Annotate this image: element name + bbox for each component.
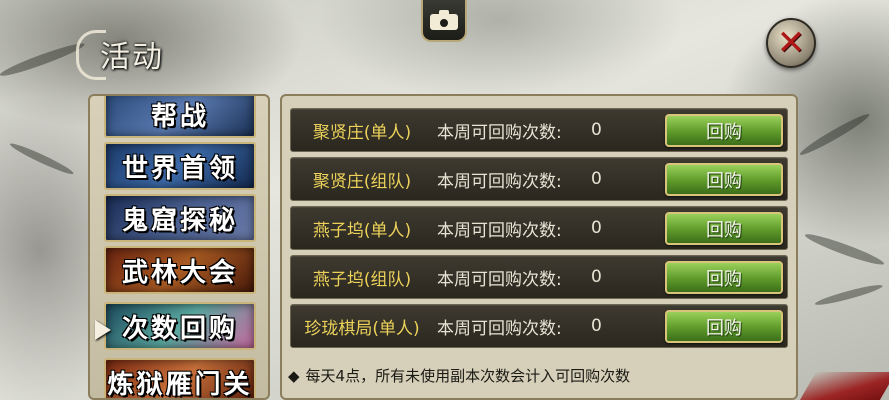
count-value: 0 [591,316,602,336]
window-title: 活动 [100,40,164,75]
repurchase-button[interactable]: 回购 [665,310,783,343]
list-item: 燕子坞(单人) 本周可回购次数: 0 回购 [290,206,788,250]
sidebar-item-world-boss[interactable]: 世界首领 [104,142,256,190]
diamond-bullet-icon: ◆ [288,367,300,385]
activity-sidebar: 帮战 世界首领 鬼窟探秘 武林大会 次数回购 炼狱雁门关 [88,94,270,400]
triangle-right-icon [95,320,111,340]
repurchase-button[interactable]: 回购 [665,114,783,147]
count-value: 0 [591,120,602,140]
count-value: 0 [591,267,602,287]
list-item: 聚贤庄(单人) 本周可回购次数: 0 回购 [290,108,788,152]
note-text: 每天4点，所有未使用副本次数会计入可回购次数 [305,367,631,385]
close-icon: ✕ [776,23,806,63]
count-label: 本周可回购次数: [437,269,562,290]
sidebar-item-purgatory-yanmen[interactable]: 炼狱雁门关 [104,358,256,398]
activity-name: 燕子坞(组队) [312,269,412,290]
screenshot-button[interactable] [421,0,467,42]
list-item: 珍珑棋局(单人) 本周可回购次数: 0 回购 [290,304,788,348]
sidebar-item-guild-war[interactable]: 帮战 [104,96,256,138]
sidebar-item-repurchase[interactable]: 次数回购 [104,302,256,350]
list-item: 燕子坞(组队) 本周可回购次数: 0 回购 [290,255,788,299]
count-label: 本周可回购次数: [437,171,562,192]
repurchase-note: ◆ 每天4点，所有未使用副本次数会计入可回购次数 [288,365,630,386]
count-label: 本周可回购次数: [437,220,562,241]
count-value: 0 [591,218,602,238]
repurchase-button[interactable]: 回购 [665,163,783,196]
repurchase-panel: 聚贤庄(单人) 本周可回购次数: 0 回购 聚贤庄(组队) 本周可回购次数: 0… [280,94,798,400]
repurchase-button[interactable]: 回购 [665,212,783,245]
list-item: 聚贤庄(组队) 本周可回购次数: 0 回购 [290,157,788,201]
activity-name: 珍珑棋局(单人) [304,318,420,339]
count-label: 本周可回购次数: [437,122,562,143]
count-value: 0 [591,169,602,189]
repurchase-button[interactable]: 回购 [665,261,783,294]
count-label: 本周可回购次数: [437,318,562,339]
sidebar-item-martial-tournament[interactable]: 武林大会 [104,246,256,294]
brush-stroke-decoration [799,372,889,400]
close-button[interactable]: ✕ [766,18,816,68]
activity-name: 聚贤庄(组队) [312,171,412,192]
camera-icon [430,10,458,30]
activity-name: 燕子坞(单人) [312,220,412,241]
activity-name: 聚贤庄(单人) [312,122,412,143]
sidebar-item-ghost-cave[interactable]: 鬼窟探秘 [104,194,256,242]
